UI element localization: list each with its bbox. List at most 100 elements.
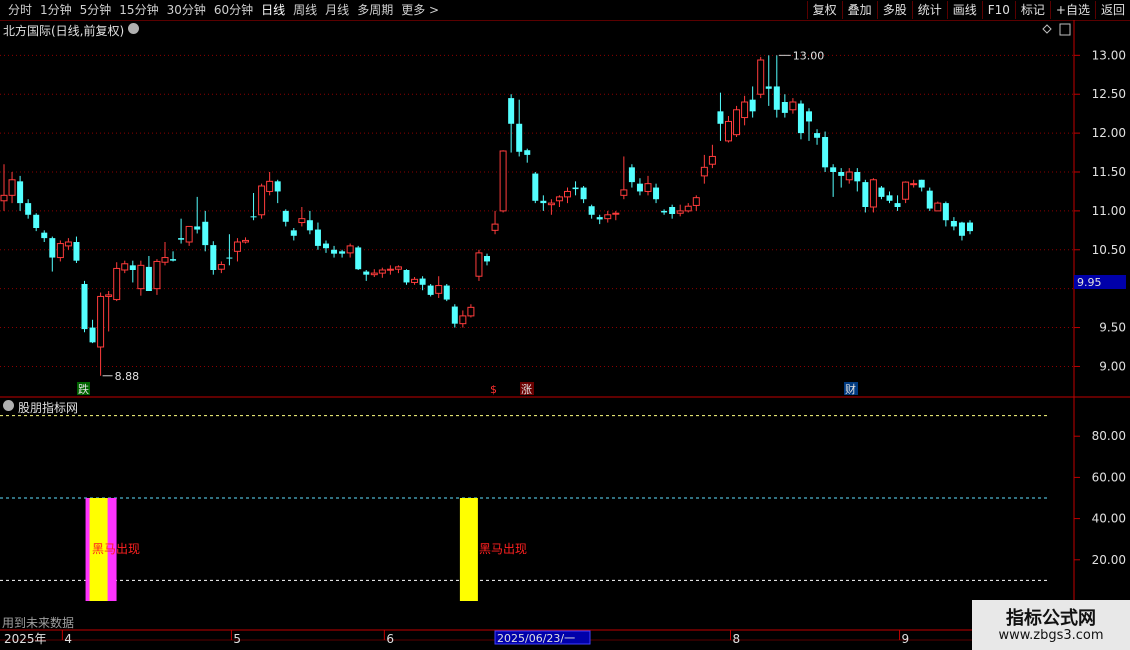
candle-body [620,189,628,196]
candle-body [394,266,402,270]
candle-body [226,257,233,259]
candle-body [604,214,612,220]
candle-body [628,167,635,183]
candle-body [822,137,829,168]
candle-body [153,260,161,290]
candle-body [967,222,973,232]
candle-body [564,190,571,198]
candle-body [508,98,515,124]
price-tick-label: 10.50 [1092,243,1126,257]
candle-body [443,285,450,300]
indicator-dropdown-icon[interactable] [3,400,14,411]
candle-body [797,103,804,134]
candle-body [113,267,121,301]
candle-body [878,187,885,197]
time-month-label: 6 [386,632,394,646]
candle-body [323,243,329,249]
candle-body [524,150,531,155]
cursor-date-label: 2025/06/23/一 [497,632,575,645]
candle-body [950,221,957,227]
candle-body [894,203,901,207]
candle-body [757,59,765,95]
candle-body [258,185,266,216]
candle-body [298,218,306,224]
candle-body [547,202,555,206]
candle-body [290,230,297,236]
price-tick-label: 11.00 [1092,204,1126,218]
candle-body [194,226,201,230]
candle-body [64,241,72,247]
low-price-label: 8.88 [115,370,140,383]
candle-body [532,173,539,201]
candle-body [862,182,869,207]
candle-body [700,166,708,177]
candle-body [403,270,410,283]
candle-body [81,284,88,330]
candle-body [274,181,281,192]
title-dropdown-icon[interactable] [128,23,139,34]
diamond-icon [1042,24,1052,34]
marker-zhang: 涨 [521,383,532,396]
candle-body [540,200,547,204]
candle-body [56,243,64,259]
candle-body [708,155,716,165]
marker-die: 跌 [78,382,89,396]
candle-body [386,268,394,271]
candle-body [339,251,346,254]
signal-label: 黑马出现 [479,542,527,556]
price-tick-label: 9.00 [1099,359,1126,373]
candle-body [958,222,965,236]
candle-body [830,167,837,172]
chart-area[interactable]: 13.00 12.50 12.00 11.50 11.00 10.50 9.50 9.00 8.… [0,0,1130,650]
candle-body [484,256,490,262]
candle-body [105,294,113,297]
candle-body [661,210,668,213]
candle-body [355,247,362,270]
candle-body [475,252,483,277]
candle-body [684,205,692,212]
signal-bar-yellow [459,498,478,601]
candle-body [233,241,241,252]
time-month-label: 9 [902,632,910,646]
current-price-label: 9.95 [1077,276,1102,289]
candle-body [266,180,274,192]
candle-body [806,111,812,122]
candle-body [178,238,185,240]
candle-body [676,210,684,214]
candle-body [161,257,169,263]
price-tick-label: 12.50 [1092,87,1126,101]
indicator-tick-label: 60.00 [1092,470,1126,484]
candle-body [49,238,56,258]
candle-body [97,295,105,348]
candle-body [306,220,313,231]
candle-body [886,195,893,201]
candle-body [17,181,24,204]
candle-body [902,181,910,200]
candle-body [741,101,749,119]
candle-body [733,109,741,136]
candle-body [918,179,925,188]
candle-body [435,285,443,294]
candle-body [451,306,458,324]
candle-body [427,285,434,295]
candle-body [717,111,724,124]
candle-body [378,269,386,274]
indicator-title: 股朋指标网 [18,401,79,415]
candle-body [491,223,499,231]
price-tick-label: 12.00 [1092,126,1126,140]
candle-body [588,206,595,215]
candle-body [854,172,861,182]
candle-body [596,217,603,220]
price-tick-label: 11.50 [1092,165,1126,179]
high-price-label: 13.00 [793,49,825,62]
candle-body [789,101,797,111]
candle-body [845,171,853,181]
candle-body [942,203,949,221]
candle-body [314,229,321,246]
candle-body [773,86,780,110]
candle-body [242,239,249,243]
candle-body [636,183,643,192]
indicator-tick-label: 80.00 [1092,429,1126,443]
candle-body [137,264,145,290]
candle-body [669,207,676,214]
